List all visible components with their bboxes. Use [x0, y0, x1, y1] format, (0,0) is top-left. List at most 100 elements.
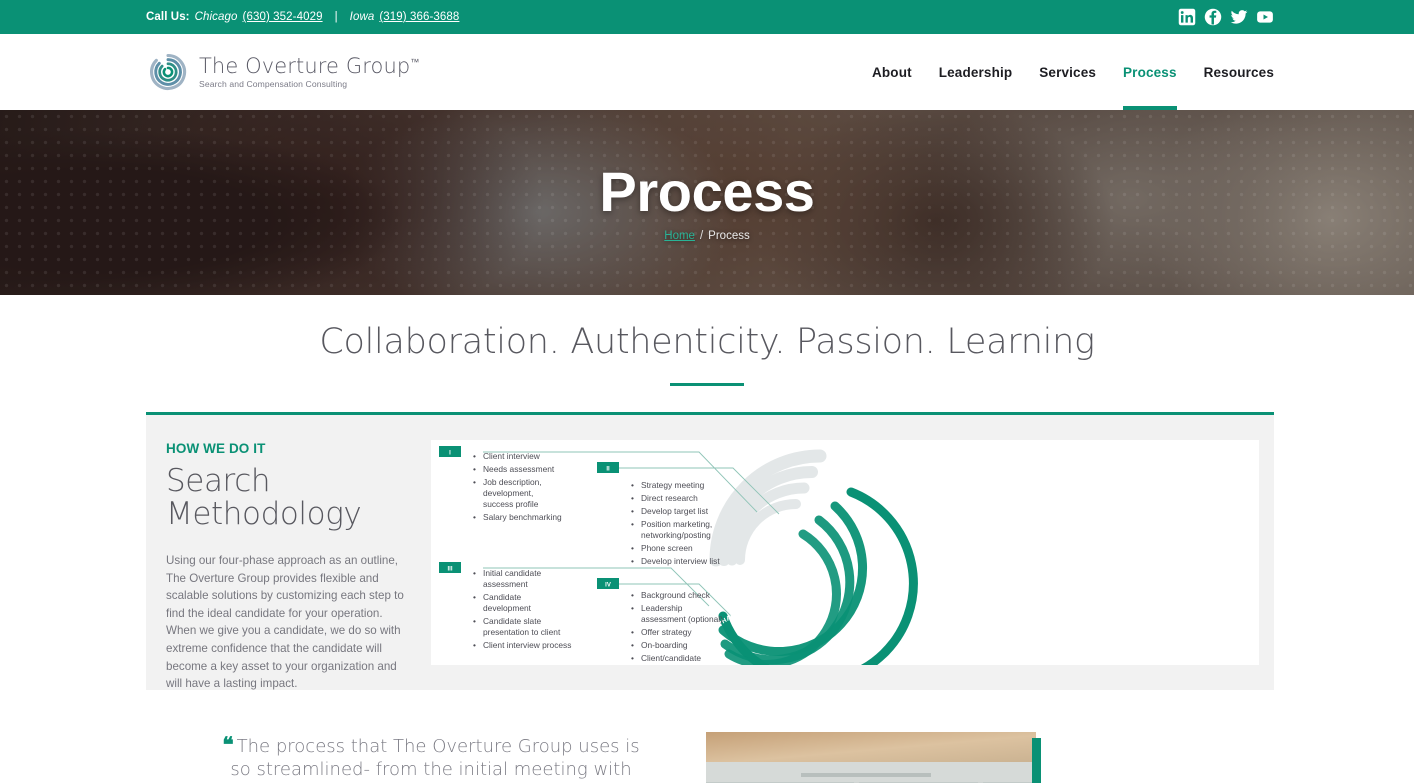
phase-4-item-4b: follow-up [641, 664, 675, 665]
site-logo[interactable]: The Overture Group™ Search and Compensat… [146, 50, 419, 94]
breadcrumb: Home / Process [664, 230, 749, 242]
methodology-heading-line1: Search [166, 463, 271, 499]
svg-text:•: • [473, 464, 476, 474]
svg-text:•: • [473, 512, 476, 522]
logo-tagline: Search and Compensation Consulting [199, 78, 348, 89]
svg-text:•: • [631, 590, 634, 600]
quote-mark-icon: ❝ [222, 733, 233, 757]
breadcrumb-current: Process [708, 229, 750, 242]
svg-text:•: • [631, 480, 634, 490]
svg-text:•: • [631, 627, 634, 637]
nav-item-leadership[interactable]: Leadership [939, 34, 1013, 110]
svg-text:•: • [631, 519, 634, 529]
photo-ceiling-region [706, 732, 1036, 762]
logo-text: The Overture Group™ Search and Compensat… [199, 55, 419, 88]
phase-3-item-list: • Initial candidate assessment • Candidate… [473, 568, 571, 650]
hero-banner: Process Home / Process [0, 110, 1414, 295]
methodology-section: HOW WE DO IT Search Methodology Using ou… [140, 412, 1274, 690]
tagline-underline-rule [670, 382, 744, 386]
phase-3-item-1b: development [483, 603, 532, 613]
svg-text:•: • [473, 640, 476, 650]
svg-text:•: • [473, 568, 476, 578]
methodology-kicker: HOW WE DO IT [166, 441, 266, 456]
phase-2-item-3b: networking/posting [641, 530, 711, 540]
nav-item-about[interactable]: About [872, 34, 912, 110]
svg-text:•: • [631, 556, 634, 566]
phase-2-badge-label: II [606, 466, 610, 472]
logo-name-text: The Overture Group [199, 54, 411, 79]
svg-text:•: • [631, 493, 634, 503]
chicago-phone-link[interactable]: (630) 352-4029 [243, 11, 323, 23]
phase-1-item-2c: success profile [483, 499, 539, 509]
phase-3-badge-label: III [447, 566, 452, 572]
breadcrumb-separator: / [699, 229, 704, 242]
tagline-section: Collaboration. Authenticity. Passion. Le… [0, 295, 1414, 412]
nav-item-resources[interactable]: Resources [1204, 34, 1274, 110]
nav-item-services[interactable]: Services [1039, 34, 1096, 110]
call-us-label: Call Us: [146, 11, 190, 23]
svg-text:•: • [631, 653, 634, 663]
phase-4-item-4a: Client/candidate [641, 653, 701, 663]
logo-company-name: The Overture Group™ [199, 55, 419, 77]
phase-4-item-list: • Background check • Leadership assessment… [631, 590, 723, 665]
svg-text:•: • [473, 592, 476, 602]
testimonial-photo-column [706, 732, 1041, 783]
twitter-icon[interactable] [1230, 8, 1248, 26]
phase-4-badge-label: IV [605, 582, 611, 588]
phase-2-item-5: Develop interview list [641, 556, 720, 566]
photo-light-strip [801, 773, 931, 777]
testimonial-quote: ❝ The process that The Overture Group use… [216, 732, 646, 783]
methodology-card: HOW WE DO IT Search Methodology Using ou… [146, 412, 1274, 690]
social-links [1178, 8, 1274, 26]
svg-text:•: • [473, 616, 476, 626]
header-inner: The Overture Group™ Search and Compensat… [140, 34, 1274, 110]
testimonial-section: ❝ The process that The Overture Group use… [140, 732, 1274, 783]
methodology-heading: Search Methodology [166, 463, 407, 533]
phase-3-item-0b: assessment [483, 579, 528, 589]
phase-3-item-3: Client interview process [483, 640, 571, 650]
search-methodology-diagram: PHASE I PHASE II PHASE III PHASE IV I • C… [431, 440, 1259, 665]
phase-3-item-2b: presentation to client [483, 627, 561, 637]
svg-text:•: • [631, 543, 634, 553]
office-interior-photo [706, 732, 1036, 783]
main-navigation: About Leadership Services Process Resour… [872, 34, 1274, 110]
phase-3-item-2a: Candidate slate [483, 616, 542, 626]
facebook-icon[interactable] [1204, 8, 1222, 26]
page-title: Process [599, 159, 815, 223]
phase-4-item-0: Background check [641, 590, 711, 600]
call-us-block: Call Us: Chicago (630) 352-4029 | Iowa (… [146, 11, 459, 23]
phase-2-item-2: Develop target list [641, 506, 709, 516]
tagline-text: Collaboration. Authenticity. Passion. Le… [319, 321, 1095, 362]
iowa-phone-link[interactable]: (319) 366-3688 [379, 11, 459, 23]
methodology-text-column: HOW WE DO IT Search Methodology Using ou… [146, 415, 431, 690]
utility-bar-inner: Call Us: Chicago (630) 352-4029 | Iowa (… [140, 8, 1274, 26]
phase-1-item-0: Client interview [483, 451, 541, 461]
svg-text:•: • [631, 640, 634, 650]
phone-separator: | [334, 11, 338, 23]
svg-text:•: • [473, 477, 476, 487]
phase-2-item-3a: Position marketing, [641, 519, 712, 529]
svg-text:•: • [473, 451, 476, 461]
testimonial-quote-text: The process that The Overture Group uses… [230, 736, 640, 783]
phase-4-item-1a: Leadership [641, 603, 683, 613]
methodology-heading-line2: Methodology [166, 496, 362, 533]
phase-2-item-list: • Strategy meeting • Direct research • Deve… [631, 480, 720, 566]
phase-4-item-3: On-boarding [641, 640, 688, 650]
svg-text:•: • [631, 603, 634, 613]
overture-spiral-logo-icon [150, 53, 187, 90]
trademark-mark: ™ [410, 58, 420, 69]
utility-top-bar: Call Us: Chicago (630) 352-4029 | Iowa (… [0, 0, 1414, 34]
phase-2-item-1: Direct research [641, 493, 698, 503]
phase-1-item-2a: Job description, [483, 477, 542, 487]
phase-1-item-3: Salary benchmarking [483, 512, 562, 522]
chicago-city-label: Chicago [194, 11, 238, 23]
breadcrumb-home-link[interactable]: Home [664, 230, 695, 242]
phase-2-item-4: Phone screen [641, 543, 693, 553]
linkedin-icon[interactable] [1178, 8, 1196, 26]
nav-item-process[interactable]: Process [1123, 34, 1177, 110]
youtube-icon[interactable] [1256, 8, 1274, 26]
testimonial-text-column: ❝ The process that The Overture Group use… [146, 732, 646, 783]
phase-3-item-0a: Initial candidate [483, 568, 542, 578]
phase-3-item-1a: Candidate [483, 592, 522, 602]
phase-2-item-0: Strategy meeting [641, 480, 705, 490]
